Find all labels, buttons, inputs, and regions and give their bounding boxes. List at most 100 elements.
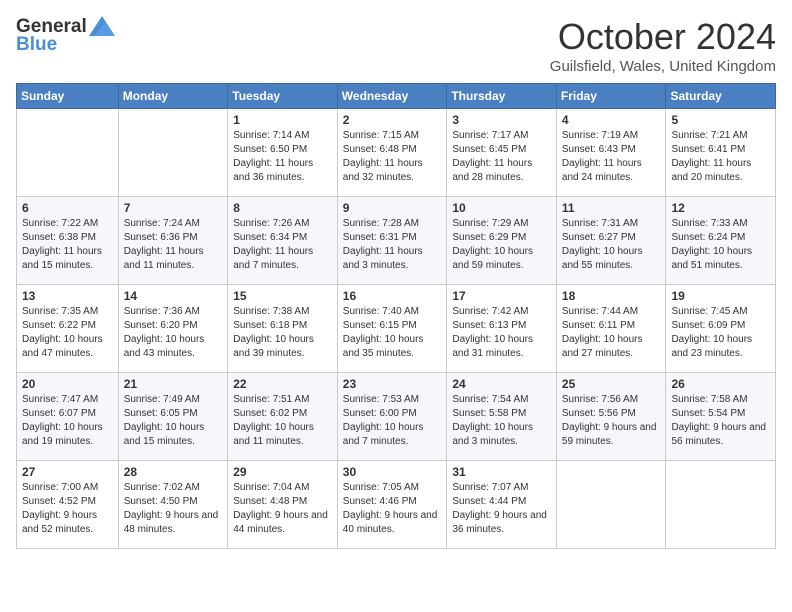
day-number: 26 <box>671 377 770 391</box>
cell-content: Sunrise: 7:21 AMSunset: 6:41 PMDaylight:… <box>671 129 770 185</box>
day-number: 21 <box>124 377 223 391</box>
calendar-cell <box>666 461 776 549</box>
month-title: October 2024 <box>550 16 776 58</box>
calendar-cell: 31 Sunrise: 7:07 AMSunset: 4:44 PMDayligh… <box>447 461 557 549</box>
day-number: 9 <box>343 201 442 215</box>
day-number: 12 <box>671 201 770 215</box>
calendar-week-2: 6 Sunrise: 7:22 AMSunset: 6:38 PMDaylight… <box>17 197 776 285</box>
calendar-cell: 25 Sunrise: 7:56 AMSunset: 5:56 PMDayligh… <box>556 373 666 461</box>
day-number: 29 <box>233 465 332 479</box>
day-number: 20 <box>22 377 113 391</box>
cell-content: Sunrise: 7:33 AMSunset: 6:24 PMDaylight:… <box>671 217 770 273</box>
calendar-cell: 16Sunrise: 7:40 AMSunset: 6:15 PMDayligh… <box>337 285 447 373</box>
calendar-cell: 23 Sunrise: 7:53 AMSunset: 6:00 PMDayligh… <box>337 373 447 461</box>
calendar-cell: 1 Sunrise: 7:14 AMSunset: 6:50 PMDaylight… <box>228 109 338 197</box>
day-header-thursday: Thursday <box>447 84 557 109</box>
cell-content: Sunrise: 7:36 AMSunset: 6:20 PMDaylight:… <box>124 305 223 361</box>
day-number: 11 <box>562 201 661 215</box>
day-number: 22 <box>233 377 332 391</box>
day-number: 18 <box>562 289 661 303</box>
cell-content: Sunrise: 7:56 AMSunset: 5:56 PMDaylight:… <box>562 393 661 449</box>
day-number: 17 <box>452 289 551 303</box>
calendar-cell: 11 Sunrise: 7:31 AMSunset: 6:27 PMDayligh… <box>556 197 666 285</box>
cell-content: Sunrise: 7:53 AMSunset: 6:00 PMDaylight:… <box>343 393 442 449</box>
cell-content: Sunrise: 7:17 AMSunset: 6:45 PMDaylight:… <box>452 129 551 185</box>
day-number: 24 <box>452 377 551 391</box>
cell-content: Sunrise: 7:54 AMSunset: 5:58 PMDaylight:… <box>452 393 551 449</box>
day-number: 1 <box>233 113 332 127</box>
cell-content: Sunrise: 7:35 AMSunset: 6:22 PMDaylight:… <box>22 305 113 361</box>
calendar-cell: 6 Sunrise: 7:22 AMSunset: 6:38 PMDaylight… <box>17 197 119 285</box>
calendar-cell: 14 Sunrise: 7:36 AMSunset: 6:20 PMDayligh… <box>118 285 228 373</box>
day-number: 25 <box>562 377 661 391</box>
day-header-wednesday: Wednesday <box>337 84 447 109</box>
cell-content: Sunrise: 7:44 AMSunset: 6:11 PMDaylight:… <box>562 305 661 361</box>
calendar-cell: 12 Sunrise: 7:33 AMSunset: 6:24 PMDayligh… <box>666 197 776 285</box>
cell-content: Sunrise: 7:07 AMSunset: 4:44 PMDaylight:… <box>452 481 551 537</box>
calendar-cell <box>17 109 119 197</box>
calendar-cell: 20 Sunrise: 7:47 AMSunset: 6:07 PMDayligh… <box>17 373 119 461</box>
day-number: 14 <box>124 289 223 303</box>
calendar-cell: 22 Sunrise: 7:51 AMSunset: 6:02 PMDayligh… <box>228 373 338 461</box>
calendar-cell: 24 Sunrise: 7:54 AMSunset: 5:58 PMDayligh… <box>447 373 557 461</box>
day-number: 6 <box>22 201 113 215</box>
calendar-cell <box>118 109 228 197</box>
calendar-cell <box>556 461 666 549</box>
calendar-week-3: 13 Sunrise: 7:35 AMSunset: 6:22 PMDayligh… <box>17 285 776 373</box>
calendar-header-row: SundayMondayTuesdayWednesdayThursdayFrid… <box>17 84 776 109</box>
calendar-cell: 30 Sunrise: 7:05 AMSunset: 4:46 PMDayligh… <box>337 461 447 549</box>
calendar-cell: 26 Sunrise: 7:58 AMSunset: 5:54 PMDayligh… <box>666 373 776 461</box>
cell-content: Sunrise: 7:24 AMSunset: 6:36 PMDaylight:… <box>124 217 223 273</box>
day-number: 8 <box>233 201 332 215</box>
calendar-cell: 5 Sunrise: 7:21 AMSunset: 6:41 PMDaylight… <box>666 109 776 197</box>
cell-content: Sunrise: 7:05 AMSunset: 4:46 PMDaylight:… <box>343 481 442 537</box>
cell-content: Sunrise: 7:47 AMSunset: 6:07 PMDaylight:… <box>22 393 113 449</box>
calendar-cell: 8 Sunrise: 7:26 AMSunset: 6:34 PMDaylight… <box>228 197 338 285</box>
logo-blue-text: Blue <box>16 34 57 56</box>
calendar-cell: 27Sunrise: 7:00 AMSunset: 4:52 PMDayligh… <box>17 461 119 549</box>
title-section: October 2024 Guilsfield, Wales, United K… <box>550 16 776 75</box>
calendar-cell: 3Sunrise: 7:17 AMSunset: 6:45 PMDaylight… <box>447 109 557 197</box>
day-number: 23 <box>343 377 442 391</box>
day-number: 13 <box>22 289 113 303</box>
cell-content: Sunrise: 7:14 AMSunset: 6:50 PMDaylight:… <box>233 129 332 185</box>
location-text: Guilsfield, Wales, United Kingdom <box>550 58 776 75</box>
cell-content: Sunrise: 7:00 AMSunset: 4:52 PMDaylight:… <box>22 481 113 537</box>
calendar-week-5: 27Sunrise: 7:00 AMSunset: 4:52 PMDayligh… <box>17 461 776 549</box>
day-number: 16 <box>343 289 442 303</box>
day-number: 31 <box>452 465 551 479</box>
calendar-cell: 19Sunrise: 7:45 AMSunset: 6:09 PMDayligh… <box>666 285 776 373</box>
day-number: 28 <box>124 465 223 479</box>
day-header-friday: Friday <box>556 84 666 109</box>
calendar-cell: 10Sunrise: 7:29 AMSunset: 6:29 PMDayligh… <box>447 197 557 285</box>
day-number: 15 <box>233 289 332 303</box>
day-header-tuesday: Tuesday <box>228 84 338 109</box>
calendar-cell: 21Sunrise: 7:49 AMSunset: 6:05 PMDayligh… <box>118 373 228 461</box>
calendar-cell: 29Sunrise: 7:04 AMSunset: 4:48 PMDayligh… <box>228 461 338 549</box>
cell-content: Sunrise: 7:31 AMSunset: 6:27 PMDaylight:… <box>562 217 661 273</box>
day-number: 2 <box>343 113 442 127</box>
cell-content: Sunrise: 7:19 AMSunset: 6:43 PMDaylight:… <box>562 129 661 185</box>
cell-content: Sunrise: 7:22 AMSunset: 6:38 PMDaylight:… <box>22 217 113 273</box>
cell-content: Sunrise: 7:51 AMSunset: 6:02 PMDaylight:… <box>233 393 332 449</box>
calendar-body: 1 Sunrise: 7:14 AMSunset: 6:50 PMDaylight… <box>17 109 776 549</box>
calendar-cell: 9 Sunrise: 7:28 AMSunset: 6:31 PMDaylight… <box>337 197 447 285</box>
calendar-cell: 18 Sunrise: 7:44 AMSunset: 6:11 PMDayligh… <box>556 285 666 373</box>
cell-content: Sunrise: 7:28 AMSunset: 6:31 PMDaylight:… <box>343 217 442 273</box>
day-number: 5 <box>671 113 770 127</box>
logo-icon <box>89 16 115 36</box>
calendar-week-1: 1 Sunrise: 7:14 AMSunset: 6:50 PMDaylight… <box>17 109 776 197</box>
day-header-monday: Monday <box>118 84 228 109</box>
calendar-cell: 7Sunrise: 7:24 AMSunset: 6:36 PMDaylight… <box>118 197 228 285</box>
cell-content: Sunrise: 7:58 AMSunset: 5:54 PMDaylight:… <box>671 393 770 449</box>
cell-content: Sunrise: 7:26 AMSunset: 6:34 PMDaylight:… <box>233 217 332 273</box>
calendar-cell: 17Sunrise: 7:42 AMSunset: 6:13 PMDayligh… <box>447 285 557 373</box>
logo: General Blue <box>16 16 115 56</box>
day-header-sunday: Sunday <box>17 84 119 109</box>
day-number: 30 <box>343 465 442 479</box>
calendar-table: SundayMondayTuesdayWednesdayThursdayFrid… <box>16 83 776 549</box>
calendar-week-4: 20 Sunrise: 7:47 AMSunset: 6:07 PMDayligh… <box>17 373 776 461</box>
day-number: 10 <box>452 201 551 215</box>
day-number: 4 <box>562 113 661 127</box>
cell-content: Sunrise: 7:45 AMSunset: 6:09 PMDaylight:… <box>671 305 770 361</box>
